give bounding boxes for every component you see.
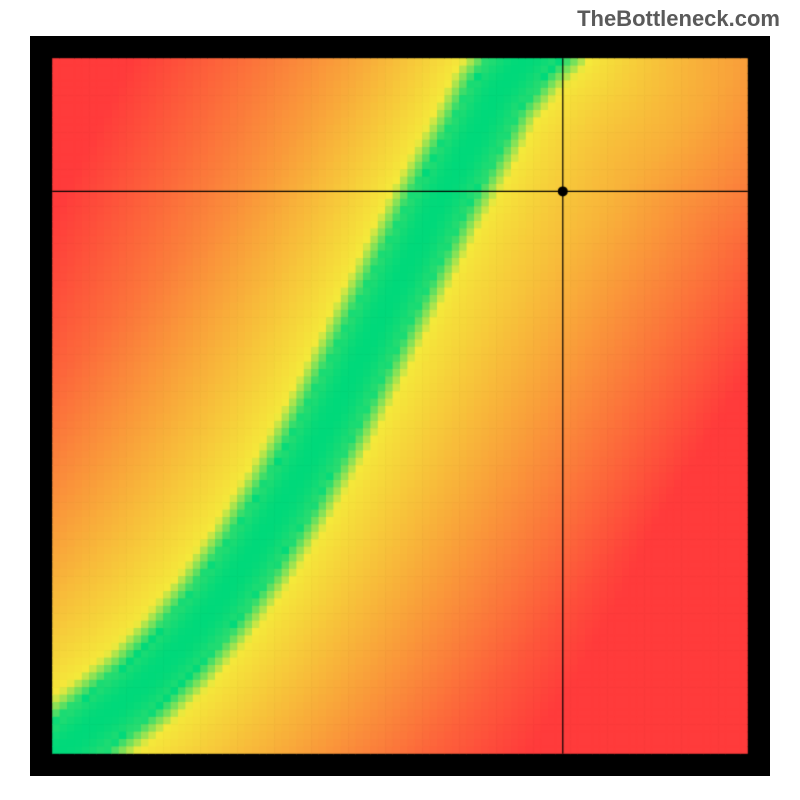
chart-area: [30, 36, 770, 776]
watermark-text: TheBottleneck.com: [577, 6, 780, 32]
heatmap-canvas: [30, 36, 770, 776]
